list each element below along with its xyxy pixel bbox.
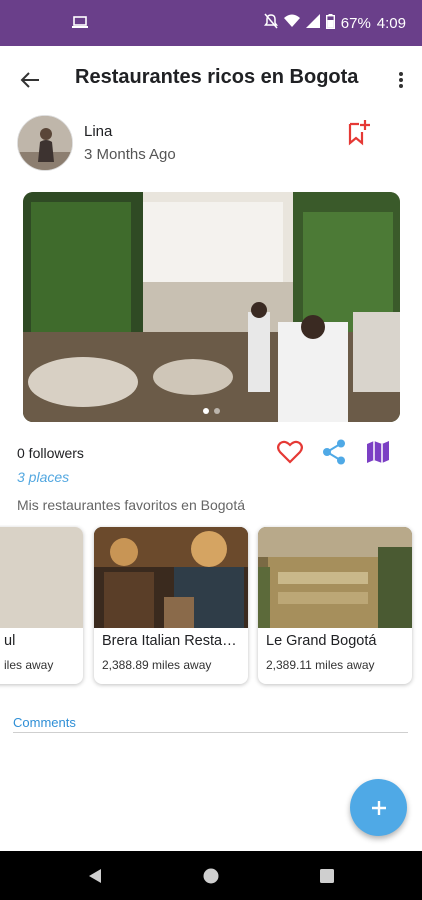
place-distance: 2,388.89 miles away [102,658,212,672]
followers-count: 0 followers [17,445,84,461]
save-list-button[interactable] [344,118,372,146]
app-bar: Restaurantes ricos en Bogota [0,46,422,114]
share-icon [323,439,345,465]
status-indicators: 67% 4:09 [263,13,406,33]
action-bar [276,438,392,466]
back-button[interactable] [14,64,46,96]
like-button[interactable] [276,438,304,466]
triangle-back-icon [89,869,101,883]
post-date: 3 Months Ago [84,146,176,163]
clock: 4:09 [376,14,406,32]
map-icon [367,441,389,463]
signal-icon [305,14,320,32]
divider [13,732,408,733]
square-recents-icon [320,869,334,883]
nav-back-button[interactable] [86,867,104,885]
add-comment-fab[interactable] [350,779,407,836]
system-nav-bar [0,851,422,900]
place-name: ul [4,633,16,649]
places-count-link[interactable]: 3 places [17,469,69,485]
bookmark-add-icon [348,120,370,146]
place-distance: iles away [4,658,54,672]
battery-icon [325,13,335,33]
place-name: Le Grand Bogotá [266,633,377,649]
nav-recents-button[interactable] [318,867,336,885]
wifi-icon [283,14,300,32]
place-distance: 2,389.11 miles away [266,658,375,672]
place-photo [94,527,248,628]
place-card[interactable]: Brera Italian Resta… 2,388.89 miles away [94,527,248,684]
nav-home-button[interactable] [202,867,220,885]
mute-icon [263,13,278,33]
battery-percent: 67% [340,14,371,32]
author-name[interactable]: Lina [84,123,112,140]
pager-dot [214,408,220,414]
place-photo [0,527,83,628]
place-card[interactable]: Le Grand Bogotá 2,389.11 miles away [258,527,412,684]
more-options-button[interactable] [390,64,412,96]
more-vert-icon [399,72,403,88]
list-cover-image[interactable] [23,192,400,422]
laptop-icon [71,16,89,30]
avatar[interactable] [17,115,73,171]
places-carousel[interactable]: ul iles away Brera Italian Resta… 2,388.… [0,525,422,690]
share-button[interactable] [320,438,348,466]
place-card[interactable]: ul iles away [0,527,83,684]
status-bar: 67% 4:09 [0,0,422,46]
map-button[interactable] [364,438,392,466]
pager-dot [203,408,209,414]
list-description: Mis restaurantes favoritos en Bogotá [17,497,246,513]
circle-home-icon [203,868,219,884]
image-pager [23,408,400,414]
comments-tab[interactable]: Comments [13,715,76,730]
heart-icon [277,440,303,464]
plus-icon [371,800,386,815]
arrow-back-icon [20,72,39,88]
place-name: Brera Italian Resta… [102,633,237,649]
place-photo [258,527,412,628]
page-title: Restaurantes ricos en Bogota [75,66,359,88]
